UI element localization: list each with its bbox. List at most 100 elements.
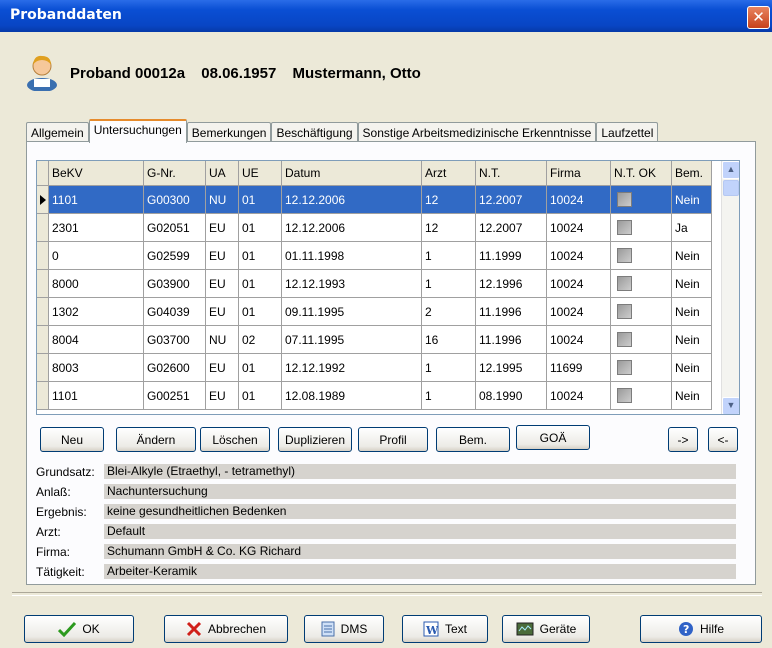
cell-nt: 12.1995 — [475, 353, 547, 382]
ntok-checkbox[interactable] — [617, 192, 632, 208]
text-button[interactable]: W Text — [402, 615, 488, 643]
table-row[interactable]: 8003 G02600 EU 01 12.12.1992 1 12.1995 11699 Nei… — [37, 353, 712, 382]
ntok-checkbox[interactable] — [617, 360, 632, 376]
row-indicator[interactable] — [37, 353, 49, 382]
row-indicator[interactable] — [37, 381, 49, 410]
cancel-button[interactable]: Abbrechen — [164, 615, 288, 643]
scroll-down-icon[interactable]: ▼ — [722, 397, 739, 414]
table-row[interactable]: 8000 G03900 EU 01 12.12.1993 1 12.1996 10024 Nei… — [37, 269, 712, 298]
tab-allgemein[interactable]: Allgemein — [26, 122, 89, 143]
ntok-checkbox[interactable] — [617, 248, 632, 264]
cell-nt: 08.1990 — [475, 381, 547, 410]
row-indicator[interactable] — [37, 185, 49, 214]
detail-arzt: Arzt: Default — [36, 524, 738, 540]
cell-ua: NU — [205, 185, 239, 214]
cell-datum: 01.11.1998 — [281, 241, 422, 270]
row-indicator[interactable] — [37, 241, 49, 270]
title-bar[interactable]: Probanddaten ✕ — [0, 0, 772, 32]
cell-firma: 10024 — [546, 325, 611, 354]
devices-button[interactable]: Geräte — [502, 615, 590, 643]
ntok-checkbox[interactable] — [617, 220, 632, 236]
goae-button[interactable]: GOÄ — [516, 425, 590, 450]
cell-gnr: G00300 — [143, 185, 206, 214]
delete-button[interactable]: Löschen — [200, 427, 270, 452]
cell-firma: 10024 — [546, 269, 611, 298]
detail-ergebnis: Ergebnis: keine gesundheitlichen Bedenke… — [36, 504, 738, 520]
row-indicator[interactable] — [37, 325, 49, 354]
dms-button[interactable]: DMS — [304, 615, 384, 643]
cell-ntok[interactable] — [610, 353, 672, 382]
cell-firma: 11699 — [546, 353, 611, 382]
col-ue[interactable]: UE — [238, 161, 282, 186]
table-row[interactable]: 0 G02599 EU 01 01.11.1998 1 11.1999 10024 Nein — [37, 241, 712, 270]
remark-button[interactable]: Bem. — [436, 427, 510, 452]
ntok-checkbox[interactable] — [617, 388, 632, 404]
detail-taetigkeit: Tätigkeit: Arbeiter-Keramik — [36, 564, 738, 580]
detail-firma: Firma: Schumann GmbH & Co. KG Richard — [36, 544, 738, 560]
cell-ntok[interactable] — [610, 325, 672, 354]
next-button[interactable]: -> — [668, 427, 698, 452]
ntok-checkbox[interactable] — [617, 332, 632, 348]
cell-ntok[interactable] — [610, 297, 672, 326]
cell-ua: EU — [205, 269, 239, 298]
header-row: BeKV G-Nr. UA UE Datum Arzt N.T. Firma N… — [37, 161, 712, 186]
scroll-thumb[interactable] — [723, 180, 739, 196]
cell-bem: Nein — [671, 269, 712, 298]
cell-ntok[interactable] — [610, 185, 672, 214]
tab-laufzettel[interactable]: Laufzettel — [596, 122, 659, 143]
cell-bekv: 8000 — [48, 269, 144, 298]
table-row[interactable]: 1101 G00251 EU 01 12.08.1989 1 08.1990 10024 Nei… — [37, 381, 712, 410]
cell-ntok[interactable] — [610, 269, 672, 298]
col-ua[interactable]: UA — [205, 161, 239, 186]
arzt-value: Default — [104, 524, 736, 539]
col-bekv[interactable]: BeKV — [48, 161, 144, 186]
cancel-x-icon — [186, 621, 202, 637]
col-nt[interactable]: N.T. — [475, 161, 547, 186]
edit-button[interactable]: Ändern — [116, 427, 196, 452]
ntok-checkbox[interactable] — [617, 304, 632, 320]
close-icon[interactable]: ✕ — [747, 6, 770, 29]
ok-button[interactable]: OK — [24, 615, 134, 643]
col-gnr[interactable]: G-Nr. — [143, 161, 206, 186]
cell-gnr: G03900 — [143, 269, 206, 298]
tab-beschaeftigung[interactable]: Beschäftigung — [271, 122, 358, 143]
scroll-up-icon[interactable]: ▲ — [722, 161, 739, 179]
window-title: Probanddaten — [10, 7, 122, 23]
detail-grundsatz: Grundsatz: Blei-Alkyle (Etraethyl, - tet… — [36, 464, 738, 480]
table-row[interactable]: 1302 G04039 EU 01 09.11.1995 2 11.1996 10024 Nei… — [37, 297, 712, 326]
cell-gnr: G02600 — [143, 353, 206, 382]
cell-ntok[interactable] — [610, 241, 672, 270]
prev-button[interactable]: <- — [708, 427, 738, 452]
table-row[interactable]: 1101 G00300 NU 01 12.12.2006 12 12.2007 10024 Ne… — [37, 185, 712, 214]
cell-bekv: 8004 — [48, 325, 144, 354]
cell-firma: 10024 — [546, 185, 611, 214]
cell-ntok[interactable] — [610, 381, 672, 410]
row-indicator[interactable] — [37, 297, 49, 326]
col-ntok[interactable]: N.T. OK — [610, 161, 672, 186]
duplicate-button[interactable]: Duplizieren — [278, 427, 352, 452]
new-button[interactable]: Neu — [40, 427, 104, 452]
cell-bem: Nein — [671, 353, 712, 382]
separator — [12, 592, 762, 596]
col-bem[interactable]: Bem. — [671, 161, 712, 186]
cell-nt: 12.2007 — [475, 185, 547, 214]
ntok-checkbox[interactable] — [617, 276, 632, 292]
tab-untersuchungen[interactable]: Untersuchungen — [88, 119, 187, 143]
examinations-grid[interactable]: BeKV G-Nr. UA UE Datum Arzt N.T. Firma N… — [36, 160, 740, 415]
col-arzt[interactable]: Arzt — [421, 161, 476, 186]
tab-sonstige[interactable]: Sonstige Arbeitsmedizinische Erkenntniss… — [357, 122, 597, 143]
col-datum[interactable]: Datum — [281, 161, 422, 186]
tab-bemerkungen[interactable]: Bemerkungen — [186, 122, 272, 143]
col-firma[interactable]: Firma — [546, 161, 611, 186]
row-indicator[interactable] — [37, 213, 49, 242]
cell-ntok[interactable] — [610, 213, 672, 242]
cell-ue: 01 — [238, 269, 282, 298]
row-indicator[interactable] — [37, 269, 49, 298]
profile-button[interactable]: Profil — [358, 427, 428, 452]
grid-scrollbar[interactable]: ▲ ▼ — [721, 161, 739, 414]
examinations-table: BeKV G-Nr. UA UE Datum Arzt N.T. Firma N… — [37, 161, 712, 410]
table-row[interactable]: 2301 G02051 EU 01 12.12.2006 12 12.2007 10024 Ja — [37, 213, 712, 242]
table-row[interactable]: 8004 G03700 NU 02 07.11.1995 16 11.1996 10024 Ne… — [37, 325, 712, 354]
help-button[interactable]: ? Hilfe — [640, 615, 762, 643]
cell-ue: 01 — [238, 185, 282, 214]
